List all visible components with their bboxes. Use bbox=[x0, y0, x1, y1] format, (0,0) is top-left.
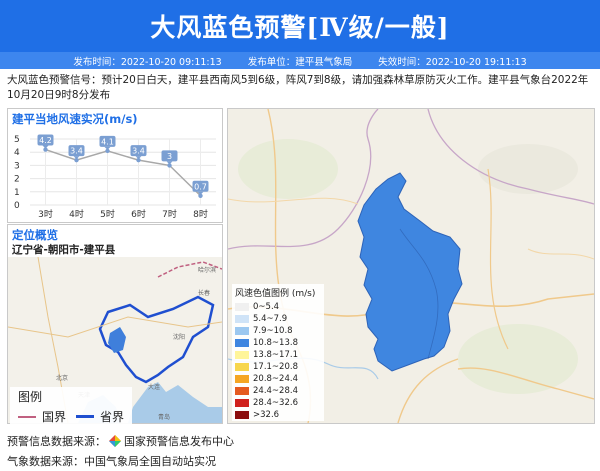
wind-legend-item: 7.9~10.8 bbox=[235, 325, 324, 337]
city-label-beijing: 北京 bbox=[56, 374, 68, 382]
border-legend-title: 图例 bbox=[18, 390, 43, 404]
wind-legend-swatch bbox=[235, 399, 249, 407]
wind-color-legend: 风速色值图例 (m/s) 0~5.4 5.4~7.9 7.9~10.8 10.8~13… bbox=[232, 284, 324, 421]
data-label-pointer bbox=[166, 161, 173, 165]
weather-source-line: 气象数据来源：中国气象局全国自动站实况 bbox=[7, 455, 216, 468]
border-legend: 图例 国界 省界 bbox=[10, 387, 132, 425]
wind-legend-item: 10.8~13.8 bbox=[235, 337, 324, 349]
wind-speed-chart: 0 1 2 3 4 5 3时 4时 5时 6时 7时 8时 4.2 3.4 4.1 3.4 3 0.7 bbox=[14, 134, 216, 220]
country-border-swatch bbox=[18, 415, 36, 418]
legend-country: 国界 bbox=[18, 408, 66, 425]
warning-source: 国家预警信息发布中心 bbox=[124, 435, 234, 448]
wind-legend-title: 风速色值图例 (m/s) bbox=[235, 289, 316, 299]
wind-legend-swatch bbox=[235, 375, 249, 383]
warning-source-label: 预警信息数据来源： bbox=[7, 435, 106, 448]
wind-legend-item: 0~5.4 bbox=[235, 301, 324, 313]
warning-center-logo-icon bbox=[109, 435, 121, 447]
warning-source-line: 预警信息数据来源： 国家预警信息发布中心 bbox=[7, 433, 234, 449]
city-label-changchun: 长春 bbox=[198, 289, 210, 297]
city-label-haerbin: 哈尔滨 bbox=[198, 266, 216, 274]
wind-legend-label: 13.8~17.1 bbox=[253, 350, 298, 360]
wind-legend-rows: 0~5.4 5.4~7.9 7.9~10.8 10.8~13.8 13.8~17.1 17… bbox=[235, 301, 324, 421]
expire-time: 失效时间：2022-10-20 19:11:13 bbox=[378, 56, 527, 68]
wind-legend-label: 28.4~32.6 bbox=[253, 398, 298, 408]
wind-speed-panel: 建平当地风速实况(m/s) 0 1 2 3 4 5 3时 4时 5时 6时 7时 8时 4.2 3.4 4.… bbox=[7, 108, 223, 223]
x-tick-label: 6时 bbox=[131, 208, 146, 220]
x-tick-label: 5时 bbox=[100, 208, 115, 220]
wind-legend-swatch bbox=[235, 351, 249, 359]
data-label: 4.1 bbox=[101, 137, 114, 146]
issue-time: 发布时间：2022-10-20 09:11:13 bbox=[73, 56, 222, 68]
wind-legend-label: 5.4~7.9 bbox=[253, 314, 288, 324]
warning-banner: 大风蓝色预警[Ⅳ级/一般] bbox=[0, 0, 600, 52]
wind-legend-label: 24.4~28.4 bbox=[253, 386, 298, 396]
y-tick-label: 2 bbox=[14, 175, 20, 185]
wind-legend-swatch bbox=[235, 363, 249, 371]
data-label-pointer bbox=[135, 156, 142, 160]
wind-legend-label: 7.9~10.8 bbox=[253, 326, 293, 336]
wind-legend-swatch bbox=[235, 411, 249, 419]
legend-province-label: 省界 bbox=[100, 410, 125, 424]
wind-legend-item: 24.4~28.4 bbox=[235, 385, 324, 397]
wind-legend-swatch bbox=[235, 387, 249, 395]
data-label-pointer bbox=[104, 146, 111, 150]
wind-legend-label: 20.8~24.4 bbox=[253, 374, 298, 384]
wind-legend-swatch bbox=[235, 339, 249, 347]
data-label: 0.7 bbox=[194, 182, 207, 191]
city-label-shenyang: 沈阳 bbox=[173, 333, 185, 341]
wind-legend-label: 17.1~20.8 bbox=[253, 362, 298, 372]
location-panel-title: 定位概览 bbox=[12, 228, 58, 242]
wind-legend-item: 20.8~24.4 bbox=[235, 373, 324, 385]
x-tick-label: 3时 bbox=[38, 208, 53, 220]
warning-description: 大风蓝色预警信号：预计20日白天，建平县西南风5到6级，阵风7到8级，请加强森林… bbox=[7, 74, 589, 101]
city-label-dalian: 大连 bbox=[148, 383, 160, 391]
data-label: 3 bbox=[167, 152, 172, 161]
data-label: 3.4 bbox=[70, 147, 83, 156]
wind-legend-swatch bbox=[235, 303, 249, 311]
wind-legend-swatch bbox=[235, 315, 249, 323]
legend-province: 省界 bbox=[76, 408, 124, 425]
x-tick-label: 8时 bbox=[193, 208, 208, 220]
y-tick-label: 5 bbox=[14, 135, 20, 145]
legend-country-label: 国界 bbox=[42, 410, 67, 424]
location-region: 辽宁省-朝阳市-建平县 bbox=[12, 244, 116, 256]
wind-legend-item: 13.8~17.1 bbox=[235, 349, 324, 361]
data-label: 4.2 bbox=[39, 136, 52, 145]
y-tick-label: 3 bbox=[14, 161, 20, 171]
wind-legend-item: 28.4~32.6 bbox=[235, 397, 324, 409]
y-tick-label: 4 bbox=[14, 148, 20, 158]
wind-legend-label: 10.8~13.8 bbox=[253, 338, 298, 348]
wind-legend-label: 0~5.4 bbox=[253, 302, 280, 312]
wind-legend-item: >32.6 bbox=[235, 409, 324, 421]
warning-title: 大风蓝色预警[Ⅳ级/一般] bbox=[150, 13, 450, 42]
warning-info-bar: 发布时间：2022-10-20 09:11:13 发布单位：建平县气象局 失效时… bbox=[0, 52, 600, 69]
issuer: 发布单位：建平县气象局 bbox=[247, 56, 353, 68]
city-label-qingdao: 青岛 bbox=[158, 413, 170, 421]
data-label-pointer bbox=[42, 145, 49, 149]
wind-legend-label: >32.6 bbox=[253, 410, 280, 420]
data-label: 3.4 bbox=[132, 147, 145, 156]
province-border-swatch bbox=[76, 415, 94, 418]
y-tick-label: 0 bbox=[14, 201, 20, 211]
wind-legend-item: 17.1~20.8 bbox=[235, 361, 324, 373]
y-tick-label: 1 bbox=[14, 188, 20, 198]
x-tick-label: 7时 bbox=[162, 208, 177, 220]
x-tick-label: 4时 bbox=[69, 208, 84, 220]
wind-legend-item: 5.4~7.9 bbox=[235, 313, 324, 325]
wind-legend-swatch bbox=[235, 327, 249, 335]
